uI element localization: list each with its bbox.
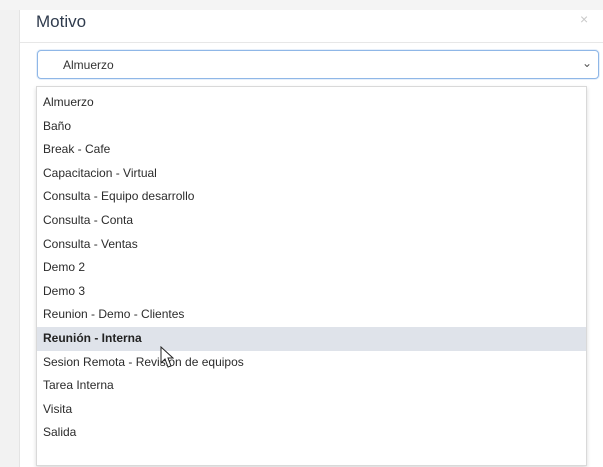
dropdown-option[interactable]: Consulta - Ventas — [37, 233, 586, 257]
dropdown-option[interactable]: Baño — [37, 115, 586, 139]
dropdown-option[interactable]: Sesion Remota - Revision de equipos — [37, 351, 586, 375]
select-value: Almuerzo — [63, 58, 114, 72]
dropdown-option[interactable]: Demo 2 — [37, 256, 586, 280]
chevron-down-icon[interactable]: ⌄ — [582, 56, 592, 70]
motivo-modal: Motivo × Almuerzo ⌄ Almuerzo Baño Break - … — [19, 10, 603, 467]
close-icon[interactable]: × — [580, 11, 588, 27]
dropdown-option[interactable]: Salida — [37, 421, 586, 445]
dropdown-option[interactable]: Capacitacion - Virtual — [37, 162, 586, 186]
top-backdrop — [0, 0, 603, 10]
dropdown-option[interactable]: Break - Cafe — [37, 138, 586, 162]
motivo-dropdown-list[interactable]: Almuerzo Baño Break - Cafe Capacitacion - V… — [36, 86, 587, 466]
modal-header: Motivo × — [20, 10, 603, 43]
dropdown-option[interactable]: Demo 3 — [37, 280, 586, 304]
dropdown-option[interactable]: Tarea Interna — [37, 374, 586, 398]
dropdown-option[interactable]: Consulta - Conta — [37, 209, 586, 233]
dropdown-option[interactable]: Reunion - Demo - Clientes — [37, 303, 586, 327]
motivo-select[interactable]: Almuerzo ⌄ — [37, 50, 599, 79]
modal-title: Motivo — [36, 12, 87, 31]
dropdown-option[interactable]: Consulta - Equipo desarrollo — [37, 185, 586, 209]
page: Motivo × Almuerzo ⌄ Almuerzo Baño Break - … — [0, 0, 603, 467]
mouse-pointer-icon — [160, 346, 174, 368]
dropdown-option[interactable]: Almuerzo — [37, 91, 586, 115]
dropdown-option[interactable]: Visita — [37, 398, 586, 422]
dropdown-option[interactable]: Reunión - Interna — [37, 326, 586, 351]
